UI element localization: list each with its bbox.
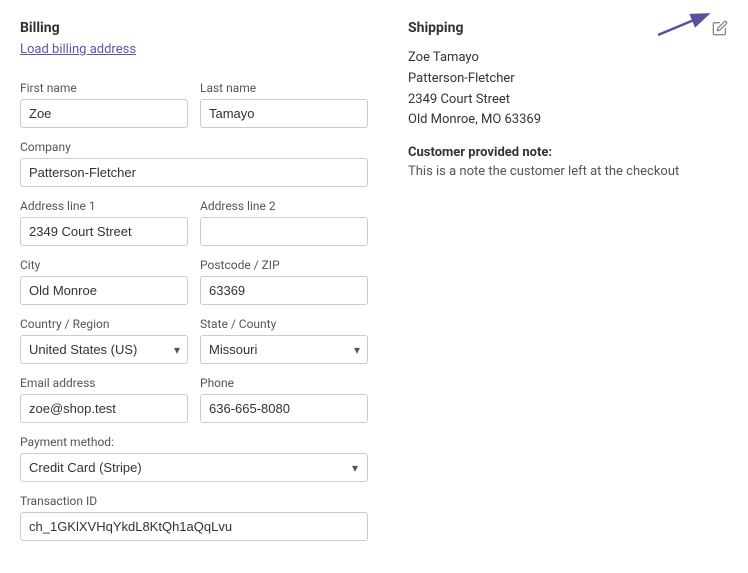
customer-note: Customer provided note: This is a note t… <box>408 145 728 182</box>
shipping-name: Zoe Tamayo <box>408 48 728 69</box>
customer-note-text: This is a note the customer left at the … <box>408 162 728 182</box>
billing-heading: Billing <box>20 20 368 36</box>
last-name-group: Last name <box>200 81 368 128</box>
shipping-section: Shipping Zoe Tamayo Patterson-F <box>408 20 728 553</box>
email-label: Email address <box>20 376 188 390</box>
shipping-city-state: Old Monroe, MO 63369 <box>408 110 728 131</box>
txn-input[interactable] <box>20 512 368 541</box>
company-input[interactable] <box>20 158 368 187</box>
email-input[interactable] <box>20 394 188 423</box>
address2-group: Address line 2 <box>200 199 368 246</box>
company-label: Company <box>20 140 368 154</box>
customer-note-label: Customer provided note: <box>408 145 552 160</box>
phone-label: Phone <box>200 376 368 390</box>
txn-group: Transaction ID <box>20 494 368 541</box>
last-name-label: Last name <box>200 81 368 95</box>
country-group: Country / Region United States (US) <box>20 317 188 364</box>
last-name-input[interactable] <box>200 99 368 128</box>
first-name-group: First name <box>20 81 188 128</box>
phone-group: Phone <box>200 376 368 423</box>
company-group: Company <box>20 140 368 187</box>
payment-select-wrapper: Credit Card (Stripe) <box>20 453 368 482</box>
shipping-address: Zoe Tamayo Patterson-Fletcher 2349 Court… <box>408 48 728 131</box>
payment-select[interactable]: Credit Card (Stripe) <box>20 453 368 482</box>
payment-label: Payment method: <box>20 435 368 449</box>
address1-group: Address line 1 <box>20 199 188 246</box>
phone-input[interactable] <box>200 394 368 423</box>
city-group: City <box>20 258 188 305</box>
shipping-street: 2349 Court Street <box>408 90 728 111</box>
country-label: Country / Region <box>20 317 188 331</box>
postcode-input[interactable] <box>200 276 368 305</box>
address1-label: Address line 1 <box>20 199 188 213</box>
first-name-input[interactable] <box>20 99 188 128</box>
postcode-label: Postcode / ZIP <box>200 258 368 272</box>
address2-input[interactable] <box>200 217 368 246</box>
postcode-group: Postcode / ZIP <box>200 258 368 305</box>
txn-label: Transaction ID <box>20 494 368 508</box>
state-label: State / County <box>200 317 368 331</box>
address2-label: Address line 2 <box>200 199 368 213</box>
shipping-heading: Shipping <box>408 20 463 36</box>
city-label: City <box>20 258 188 272</box>
address1-input[interactable] <box>20 217 188 246</box>
load-billing-address-link[interactable]: Load billing address <box>20 42 136 57</box>
billing-section: Billing Load billing address First name … <box>20 20 368 553</box>
state-select-wrapper: Missouri <box>200 335 368 364</box>
shipping-company: Patterson-Fletcher <box>408 69 728 90</box>
country-select[interactable]: United States (US) <box>20 335 188 364</box>
state-group: State / County Missouri <box>200 317 368 364</box>
city-input[interactable] <box>20 276 188 305</box>
payment-group: Payment method: Credit Card (Stripe) <box>20 435 368 482</box>
arrow-decoration <box>658 10 718 44</box>
first-name-label: First name <box>20 81 188 95</box>
state-select[interactable]: Missouri <box>200 335 368 364</box>
email-group: Email address <box>20 376 188 423</box>
country-select-wrapper: United States (US) <box>20 335 188 364</box>
